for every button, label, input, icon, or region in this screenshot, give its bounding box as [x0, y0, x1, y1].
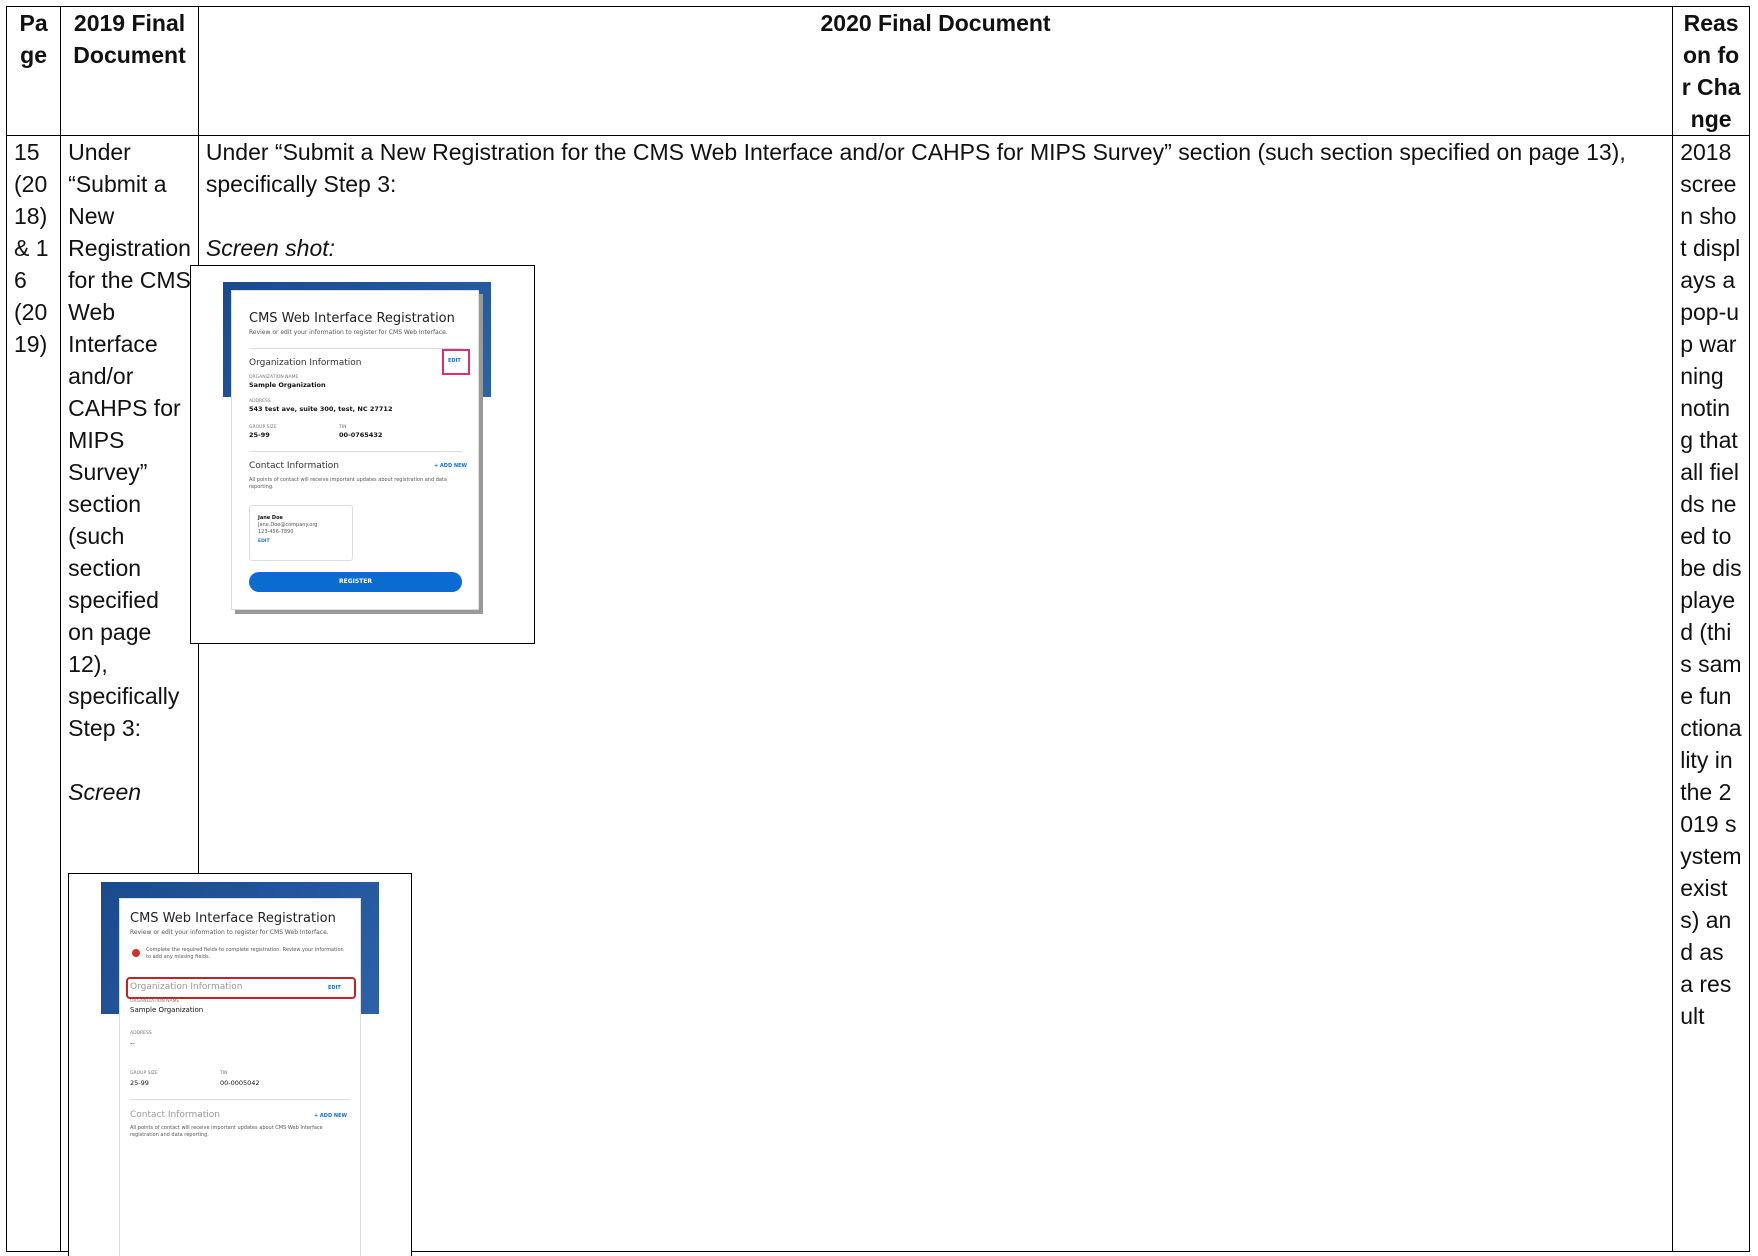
tin-label: TIN [220, 1071, 228, 1076]
group-size-value: 25-99 [130, 1079, 149, 1087]
group-size-value: 25-99 [249, 431, 270, 439]
contact-heading: Contact Information [130, 1110, 220, 1120]
add-new-link[interactable]: + ADD NEW [314, 1113, 347, 1119]
org-name-value: Sample Organization [249, 381, 326, 389]
address-value: 543 test ave, suite 300, test, NC 27712 [249, 405, 393, 413]
contact-phone: 123-456-7890 [258, 529, 294, 535]
col-2020-screen-label: Screen shot: [205, 235, 336, 261]
col-2019-text: Under “Submit a New Registration for the… [68, 139, 191, 741]
divider [249, 348, 462, 349]
register-button[interactable]: REGISTER [249, 572, 462, 592]
registration-card: CMS Web Interface Registration Review or… [231, 290, 479, 610]
page-cell: 15 (2018) & 16 (2019) [5, 135, 62, 1252]
error-icon [132, 949, 140, 957]
header-2020: 2020 Final Document [197, 6, 1674, 136]
edit-link[interactable]: EDIT [328, 985, 341, 991]
card-title: CMS Web Interface Registration [249, 311, 455, 326]
edit-link[interactable]: EDIT [448, 358, 461, 364]
org-heading: Organization Information [249, 358, 362, 368]
col-2020-intro: Under “Submit a New Registration for the… [205, 139, 1626, 197]
divider [130, 1099, 350, 1100]
card-title: CMS Web Interface Registration [130, 911, 336, 926]
add-new-link[interactable]: + ADD NEW [434, 463, 467, 469]
address-label: ADDRESS [130, 1031, 152, 1036]
col-2019-screen-label: Screen [68, 779, 142, 805]
screenshot-2020: CMS Web Interface Registration Review or… [190, 265, 535, 644]
org-name-label: ORGANIZATION NAME [130, 999, 180, 1004]
registration-card: CMS Web Interface Registration Review or… [119, 898, 361, 1256]
org-heading: Organization Information [130, 982, 243, 992]
group-size-label: GROUP SIZE [130, 1071, 158, 1076]
address-value: -- [130, 1039, 135, 1047]
contact-edit-link[interactable]: EDIT [258, 539, 270, 545]
header-2019: 2019 Final Document [60, 6, 199, 136]
divider [249, 451, 462, 452]
header-reason: Reason for Change [1672, 6, 1750, 136]
tin-value: 00-0765432 [339, 431, 383, 439]
org-name-value: Sample Organization [130, 1006, 204, 1014]
card-subtitle: Review or edit your information to regis… [249, 329, 448, 336]
header-row: Page 2019 Final Document 2020 Final Docu… [5, 6, 1750, 136]
contact-heading: Contact Information [249, 461, 339, 471]
contact-note: All points of contact will receive impor… [130, 1125, 323, 1138]
warning-text: Complete the required fields to complete… [146, 947, 344, 960]
contact-note: All points of contact will receive impor… [249, 477, 447, 490]
screenshot-2019: CMS Web Interface Registration Review or… [68, 873, 412, 1256]
tin-value: 00-0005042 [220, 1079, 260, 1087]
card-subtitle: Review or edit your information to regis… [130, 929, 329, 936]
header-page: Page [5, 6, 62, 136]
reason-cell: 2018 screen shot displays a pop-up warni… [1672, 135, 1750, 1252]
contact-card: Jane Doe Jane.Doe@company.org 123-456-78… [249, 505, 353, 561]
